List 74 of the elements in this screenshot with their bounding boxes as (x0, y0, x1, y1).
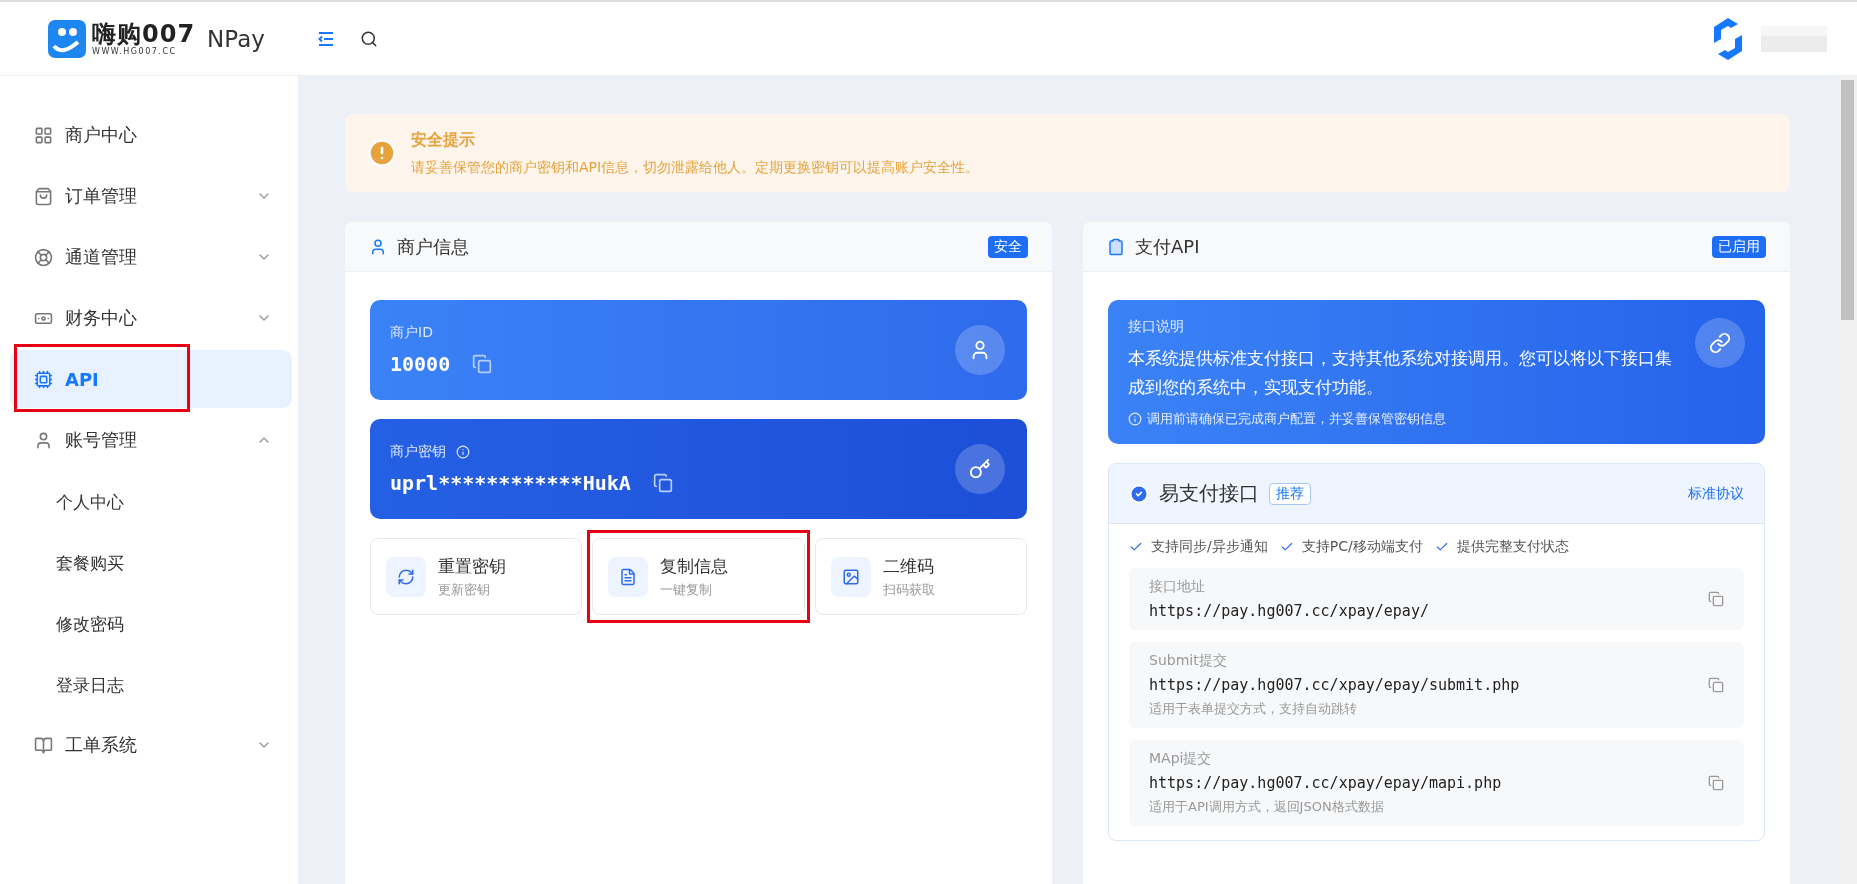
action-button[interactable]: 复制信息 一键复制 (592, 538, 805, 615)
sidebar-subitem[interactable]: 修改密码 (0, 594, 298, 655)
recommend-tag: 推荐 (1269, 482, 1311, 505)
check-icon (1129, 540, 1143, 554)
field-label: 商户密钥 (390, 443, 446, 461)
search-icon[interactable] (360, 29, 378, 48)
status-badge: 安全 (988, 235, 1028, 258)
field-value: 10000 (390, 352, 451, 376)
chip-icon (34, 369, 53, 389)
card-title: 商户信息 (397, 234, 470, 259)
copy-icon[interactable] (1708, 677, 1724, 693)
action-button[interactable]: 重置密钥 更新密钥 (370, 538, 583, 615)
person-icon (369, 237, 387, 256)
warning-icon (367, 138, 397, 168)
clipboard-icon (1107, 237, 1125, 256)
protocol-link[interactable]: 标准协议 (1688, 484, 1744, 503)
refresh-icon (386, 556, 426, 597)
intro-label: 接口说明 (1128, 318, 1185, 336)
alert-title: 安全提示 (411, 129, 476, 151)
action-button[interactable]: 二维码 扫码获取 (814, 538, 1027, 615)
endpoint-url: https://pay.hg007.cc/xpay/epay/mapi.php (1149, 774, 1503, 792)
endpoint-url: https://pay.hg007.cc/xpay/epay/submit.php (1149, 676, 1521, 694)
grid-icon (34, 125, 53, 145)
menu-toggle-icon[interactable] (318, 31, 334, 46)
logo-subtitle: WWW.HG007.CC (92, 47, 178, 56)
scrollbar[interactable] (1838, 76, 1857, 884)
field-value: uprl************HukA (390, 471, 631, 495)
sidebar-subitem[interactable]: 个人中心 (0, 472, 298, 533)
feature-text: 支持PC/移动端支付 (1301, 538, 1423, 556)
sidebar-item[interactable]: 商户中心 (10, 106, 292, 164)
scrollbar-thumb[interactable] (1841, 80, 1854, 320)
check-icon (1279, 540, 1294, 554)
sidebar-item[interactable]: 工单系统 (10, 716, 292, 774)
image-icon (830, 556, 871, 597)
endpoint-label: 接口地址 (1149, 578, 1206, 596)
sidebar-subitem[interactable]: 套餐购买 (0, 533, 298, 594)
person-icon (34, 430, 53, 450)
endpoint-note: 适用于表单提交方式，支持自动跳转 (1149, 700, 1358, 718)
interface-title: 易支付接口 (1159, 480, 1259, 507)
info-icon (1128, 412, 1142, 426)
card-title: 支付API (1135, 234, 1201, 259)
info-icon (456, 445, 470, 459)
product-name: NPay (207, 25, 265, 52)
sidebar-item[interactable]: 账号管理 (10, 411, 292, 469)
copy-icon[interactable] (1708, 591, 1724, 607)
endpoint-label: MApi提交 (1149, 750, 1213, 768)
status-badge: 已启用 (1712, 235, 1766, 258)
intro-note: 调用前请确保已完成商户配置，并妥善保管密钥信息 (1147, 410, 1446, 428)
check-circle-icon (1129, 483, 1149, 504)
person-icon (955, 325, 1005, 375)
check-icon (1434, 540, 1449, 554)
copy-icon[interactable] (652, 473, 673, 493)
key-icon (955, 444, 1005, 494)
document-icon (608, 556, 649, 597)
sidebar-item[interactable]: 通道管理 (10, 228, 292, 286)
feature-text: 提供完整支付状态 (1456, 538, 1569, 556)
logo-icon (48, 19, 86, 58)
sidebar-item[interactable]: 订单管理 (10, 167, 292, 225)
feature-text: 支持同步/异步通知 (1151, 538, 1268, 556)
sidebar-subitem[interactable]: 登录日志 (0, 655, 298, 716)
bag-icon (34, 186, 53, 206)
endpoint-note: 适用于API调用方式，返回JSON格式数据 (1149, 798, 1385, 816)
book-icon (34, 735, 53, 755)
link-icon (1695, 318, 1745, 368)
field-label: 商户ID (390, 324, 433, 342)
intro-text: 本系统提供标准支付接口，支持其他系统对接调用。您可以将以下接口集成到您的系统中，实现支付功能。 (1128, 347, 1673, 399)
sidebar-item[interactable]: 财务中心 (10, 289, 292, 347)
endpoint-label: Submit提交 (1149, 652, 1228, 670)
alert-message: 请妥善保管您的商户密钥和API信息，切勿泄露给他人。定期更换密钥可以提高账户安全性。 (411, 158, 980, 177)
copy-icon[interactable] (472, 354, 493, 374)
endpoint-url: https://pay.hg007.cc/xpay/epay/ (1149, 602, 1430, 620)
lifebuoy-icon (34, 247, 53, 267)
logo-title: 嗨购007 (92, 21, 196, 46)
copy-icon[interactable] (1708, 775, 1724, 791)
